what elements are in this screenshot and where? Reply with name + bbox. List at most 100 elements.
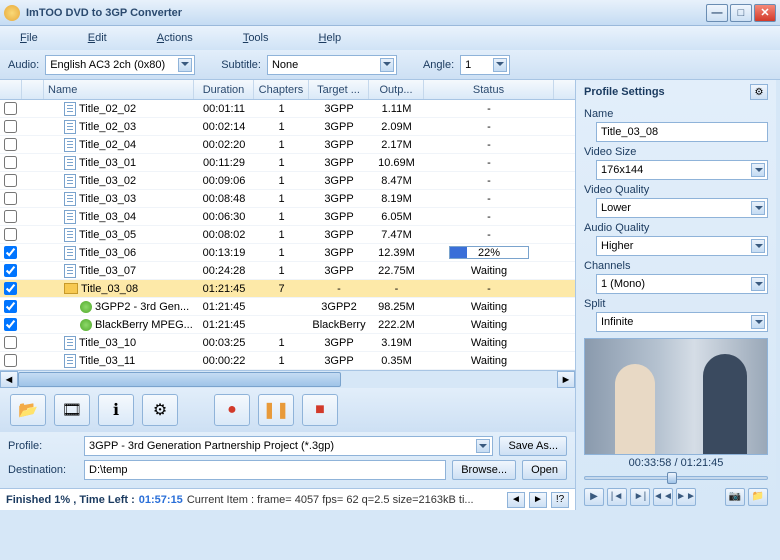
row-checkbox[interactable] [4, 156, 17, 169]
audio-combo[interactable]: English AC3 2ch (0x80) [45, 55, 195, 75]
play-button[interactable]: ▶ [584, 488, 604, 506]
table-row[interactable]: Title_03_0300:08:4813GPP8.19M- [0, 190, 575, 208]
progress-bar: 22% [449, 246, 529, 259]
profile-gear-icon[interactable]: ⚙ [750, 84, 768, 100]
row-checkbox[interactable] [4, 174, 17, 187]
prev-button[interactable]: |◄ [607, 488, 627, 506]
row-checkbox[interactable] [4, 300, 17, 313]
row-output: 1.11M [369, 103, 424, 115]
row-name: Title_03_07 [79, 265, 136, 277]
playback-slider[interactable] [584, 471, 768, 485]
menu-help[interactable]: Help [319, 32, 342, 44]
row-target: 3GPP [309, 355, 369, 367]
statusbar: Finished 1% , Time Left : 01:57:15 Curre… [0, 488, 575, 510]
destination-input[interactable]: D:\temp [84, 460, 446, 480]
row-output: 0.35M [369, 355, 424, 367]
pause-button[interactable]: ❚❚ [258, 394, 294, 426]
rewind-button[interactable]: ◄◄ [653, 488, 673, 506]
table-row[interactable]: BlackBerry MPEG...01:21:45BlackBerry222.… [0, 316, 575, 334]
table-row[interactable]: 3GPP2 - 3rd Gen...01:21:453GPP298.25MWai… [0, 298, 575, 316]
row-duration: 01:21:45 [194, 301, 254, 313]
table-row[interactable]: Title_03_1000:03:2513GPP3.19MWaiting [0, 334, 575, 352]
snapshot-button[interactable]: 📷 [725, 488, 745, 506]
stop-button[interactable]: ■ [302, 394, 338, 426]
table-row[interactable]: Title_02_0200:01:1113GPP1.11M- [0, 100, 575, 118]
row-checkbox[interactable] [4, 102, 17, 115]
table-row[interactable]: Title_03_0801:21:457--- [0, 280, 575, 298]
row-target: - [309, 283, 369, 295]
status-prev-button[interactable]: ◄ [507, 492, 525, 508]
scroll-thumb[interactable] [18, 372, 341, 387]
menu-file[interactable]: File [20, 32, 38, 44]
scroll-right-icon[interactable]: ► [557, 371, 575, 388]
table-row[interactable]: Title_03_0100:11:2913GPP10.69M- [0, 154, 575, 172]
scroll-left-icon[interactable]: ◄ [0, 371, 18, 388]
table-row[interactable]: Title_03_0600:13:1913GPP12.39M22% [0, 244, 575, 262]
table-row[interactable]: Title_03_1100:00:2213GPP0.35MWaiting [0, 352, 575, 370]
col-status[interactable]: Status [424, 80, 554, 99]
table-row[interactable]: Title_03_0500:08:0213GPP7.47M- [0, 226, 575, 244]
row-checkbox[interactable] [4, 282, 17, 295]
snapshot-folder-button[interactable]: 📁 [748, 488, 768, 506]
col-output[interactable]: Outp... [369, 80, 424, 99]
table-row[interactable]: Title_02_0400:02:2013GPP2.17M- [0, 136, 575, 154]
row-checkbox[interactable] [4, 210, 17, 223]
col-chapters[interactable]: Chapters [254, 80, 309, 99]
name-input[interactable] [596, 122, 768, 142]
open-button[interactable]: Open [522, 460, 567, 480]
status-help-button[interactable]: !? [551, 492, 569, 508]
minimize-button[interactable]: — [706, 4, 728, 22]
row-checkbox[interactable] [4, 264, 17, 277]
record-button[interactable]: ● [214, 394, 250, 426]
subtitle-combo[interactable]: None [267, 55, 397, 75]
table-row[interactable]: Title_03_0200:09:0613GPP8.47M- [0, 172, 575, 190]
row-checkbox[interactable] [4, 192, 17, 205]
row-status: - [424, 103, 554, 115]
browse-button[interactable]: Browse... [452, 460, 516, 480]
row-checkbox[interactable] [4, 318, 17, 331]
open-dvd-button[interactable]: 📂 [10, 394, 46, 426]
remove-button[interactable]: 🎞 [54, 394, 90, 426]
vsize-combo[interactable]: 176x144 [596, 160, 768, 180]
menu-edit[interactable]: Edit [88, 32, 107, 44]
status-next-button[interactable]: ► [529, 492, 547, 508]
next-button[interactable]: ►| [630, 488, 650, 506]
row-duration: 00:00:22 [194, 355, 254, 367]
saveas-button[interactable]: Save As... [499, 436, 567, 456]
row-target: 3GPP [309, 157, 369, 169]
vqual-combo[interactable]: Lower [596, 198, 768, 218]
table-row[interactable]: Title_02_0300:02:1413GPP2.09M- [0, 118, 575, 136]
profile-combo[interactable]: 3GPP - 3rd Generation Partnership Projec… [84, 436, 493, 456]
menu-tools[interactable]: Tools [243, 32, 269, 44]
menu-actions[interactable]: Actions [157, 32, 193, 44]
row-status: - [424, 193, 554, 205]
table-row[interactable]: Title_03_0400:06:3013GPP6.05M- [0, 208, 575, 226]
row-checkbox[interactable] [4, 354, 17, 367]
maximize-button[interactable]: □ [730, 4, 752, 22]
split-combo[interactable]: Infinite [596, 312, 768, 332]
row-status: - [424, 229, 554, 241]
settings-button[interactable]: ⚙ [142, 394, 178, 426]
row-checkbox[interactable] [4, 120, 17, 133]
info-button[interactable]: ℹ [98, 394, 134, 426]
col-target[interactable]: Target ... [309, 80, 369, 99]
col-duration[interactable]: Duration [194, 80, 254, 99]
row-output: 7.47M [369, 229, 424, 241]
row-checkbox[interactable] [4, 336, 17, 349]
row-checkbox[interactable] [4, 228, 17, 241]
grid-body[interactable]: Title_02_0200:01:1113GPP1.11M-Title_02_0… [0, 100, 575, 370]
chevron-down-icon [178, 58, 192, 72]
col-name[interactable]: Name [44, 80, 194, 99]
forward-button[interactable]: ►► [676, 488, 696, 506]
row-status: - [424, 175, 554, 187]
row-checkbox[interactable] [4, 246, 17, 259]
slider-thumb[interactable] [667, 472, 677, 484]
row-checkbox[interactable] [4, 138, 17, 151]
chan-combo[interactable]: 1 (Mono) [596, 274, 768, 294]
angle-combo[interactable]: 1 [460, 55, 510, 75]
aqual-combo[interactable]: Higher [596, 236, 768, 256]
row-duration: 01:21:45 [194, 319, 254, 331]
hscrollbar[interactable]: ◄ ► [0, 370, 575, 388]
table-row[interactable]: Title_03_0700:24:2813GPP22.75MWaiting [0, 262, 575, 280]
close-button[interactable]: ✕ [754, 4, 776, 22]
